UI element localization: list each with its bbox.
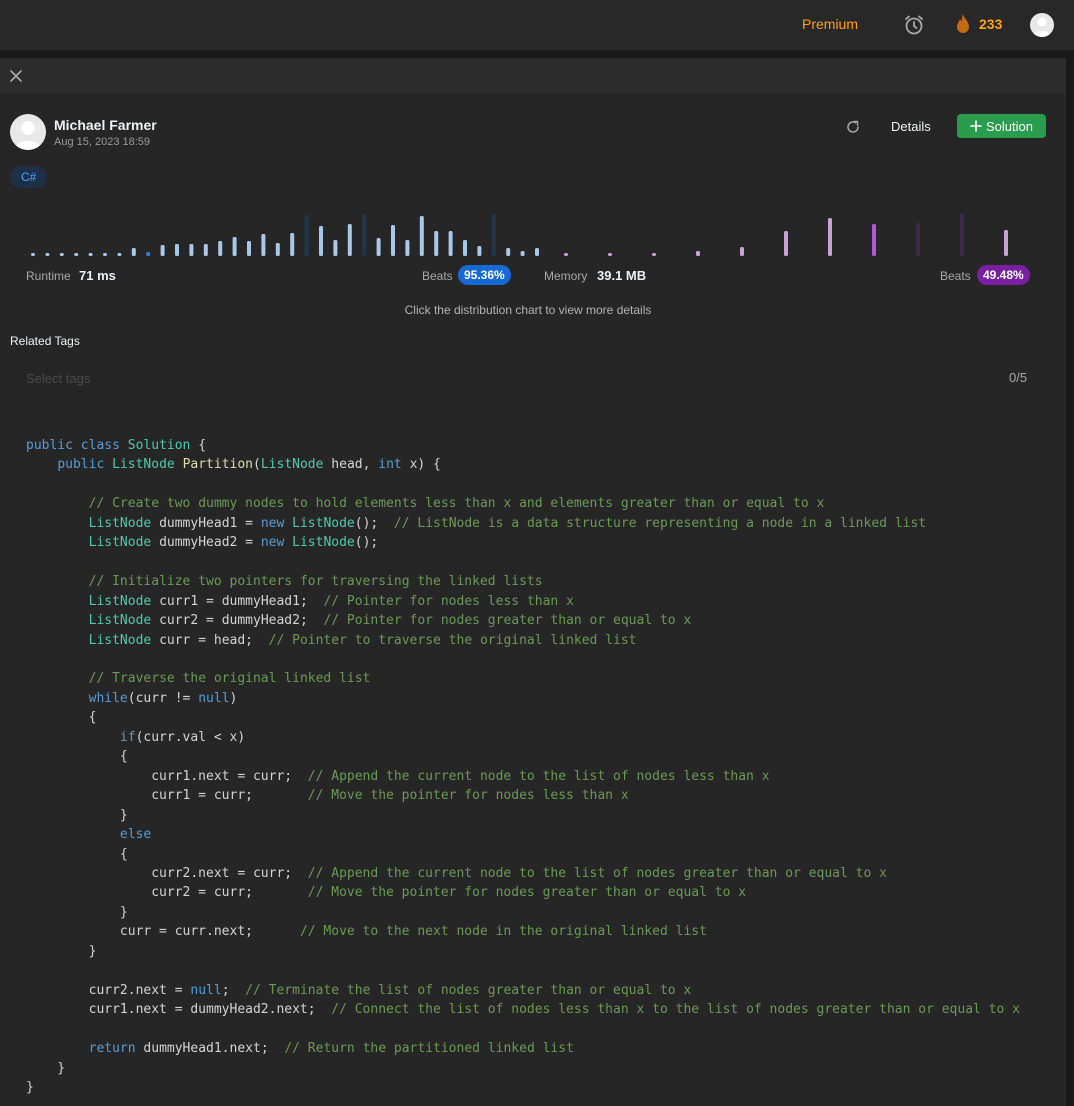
- runtime-bar-19[interactable]: [304, 215, 309, 256]
- memory-bar-2[interactable]: [652, 253, 656, 256]
- memory-bar-0[interactable]: [564, 253, 568, 256]
- runtime-label: Runtime: [26, 269, 71, 283]
- memory-bar-6[interactable]: [828, 218, 832, 256]
- runtime-bar-25[interactable]: [391, 225, 395, 256]
- runtime-bar-0[interactable]: [31, 253, 35, 256]
- language-badge: C#: [10, 166, 48, 188]
- runtime-bar-35[interactable]: [535, 248, 539, 256]
- memory-bar-3[interactable]: [696, 251, 700, 256]
- premium-link[interactable]: Premium: [802, 16, 858, 32]
- runtime-bar-2[interactable]: [59, 253, 64, 256]
- streak-count[interactable]: 233: [979, 16, 1002, 32]
- memory-bar-5[interactable]: [784, 231, 788, 256]
- runtime-bar-7[interactable]: [131, 248, 136, 256]
- distribution-chart[interactable]: [0, 204, 1066, 264]
- flame-icon[interactable]: [954, 13, 972, 35]
- user-avatar-icon: [1033, 17, 1051, 37]
- related-tags-title: Related Tags: [10, 334, 80, 348]
- memory-bar-8[interactable]: [916, 223, 920, 256]
- runtime-bar-4[interactable]: [88, 253, 93, 256]
- runtime-bar-20[interactable]: [319, 226, 323, 256]
- runtime-bar-14[interactable]: [232, 237, 237, 256]
- runtime-bar-5[interactable]: [103, 253, 107, 256]
- runtime-bar-15[interactable]: [247, 241, 251, 256]
- runtime-bar-11[interactable]: [189, 244, 194, 256]
- memory-label: Memory: [544, 269, 588, 283]
- select-tags-input[interactable]: [26, 368, 726, 388]
- runtime-bar-18[interactable]: [290, 233, 295, 256]
- runtime-bar-22[interactable]: [347, 224, 352, 256]
- plus-icon: [970, 120, 982, 132]
- timer-icon[interactable]: [903, 14, 925, 36]
- runtime-bar-16[interactable]: [261, 234, 266, 256]
- add-solution-button[interactable]: Solution: [957, 114, 1046, 138]
- author-avatar[interactable]: [10, 114, 46, 150]
- runtime-beats-label: Beats: [422, 269, 453, 283]
- submission-timestamp: Aug 15, 2023 18:59: [54, 136, 151, 148]
- code-block[interactable]: public class Solution { public ListNode …: [26, 436, 1020, 1097]
- panel-header: [0, 58, 1066, 94]
- memory-bar-10[interactable]: [1004, 230, 1008, 256]
- memory-bar-4[interactable]: [740, 247, 744, 256]
- runtime-bar-23[interactable]: [362, 214, 367, 256]
- memory-beats-badge: 49.48%: [977, 265, 1030, 285]
- close-icon[interactable]: [9, 69, 23, 83]
- runtime-bar-30[interactable]: [463, 240, 467, 256]
- runtime-bar-34[interactable]: [520, 251, 525, 256]
- memory-bar-9[interactable]: [960, 214, 964, 256]
- runtime-bar-17[interactable]: [275, 243, 280, 256]
- runtime-bar-33[interactable]: [506, 248, 511, 256]
- runtime-beats-badge: 95.36%: [458, 265, 511, 285]
- runtime-bar-28[interactable]: [434, 231, 439, 256]
- author-avatar-icon: [14, 121, 42, 150]
- runtime-bar-1[interactable]: [45, 253, 50, 256]
- runtime-bar-31[interactable]: [477, 246, 482, 256]
- memory-bar-1[interactable]: [608, 253, 612, 256]
- memory-beats-label: Beats: [940, 269, 971, 283]
- submission-panel: Michael Farmer Aug 15, 2023 18:59 Detail…: [0, 58, 1066, 1106]
- runtime-bar-26[interactable]: [405, 240, 410, 256]
- runtime-bar-3[interactable]: [74, 253, 79, 256]
- user-avatar[interactable]: [1030, 13, 1054, 37]
- runtime-bar-21[interactable]: [333, 240, 338, 256]
- memory-bar-7[interactable]: [872, 224, 876, 256]
- runtime-bar-27[interactable]: [419, 216, 424, 256]
- top-nav-bar: Premium 233: [0, 0, 1074, 51]
- runtime-bar-6[interactable]: [117, 253, 122, 256]
- distribution-hint: Click the distribution chart to view mor…: [404, 303, 652, 317]
- tags-count: 0/5: [1009, 370, 1028, 385]
- solution-button-label: Solution: [986, 118, 1033, 134]
- runtime-bar-24[interactable]: [376, 238, 381, 256]
- runtime-bar-12[interactable]: [203, 244, 208, 256]
- share-icon[interactable]: [845, 119, 861, 135]
- runtime-bar-29[interactable]: [448, 231, 453, 256]
- runtime-bar-8[interactable]: [146, 252, 151, 256]
- runtime-bar-10[interactable]: [175, 244, 179, 256]
- author-name[interactable]: Michael Farmer: [54, 117, 157, 133]
- runtime-bar-9[interactable]: [160, 245, 165, 256]
- runtime-bar-13[interactable]: [218, 241, 223, 256]
- runtime-value: 71 ms: [79, 268, 116, 283]
- memory-value: 39.1 MB: [597, 268, 647, 283]
- runtime-bar-32[interactable]: [491, 214, 496, 256]
- details-button[interactable]: Details: [891, 119, 931, 134]
